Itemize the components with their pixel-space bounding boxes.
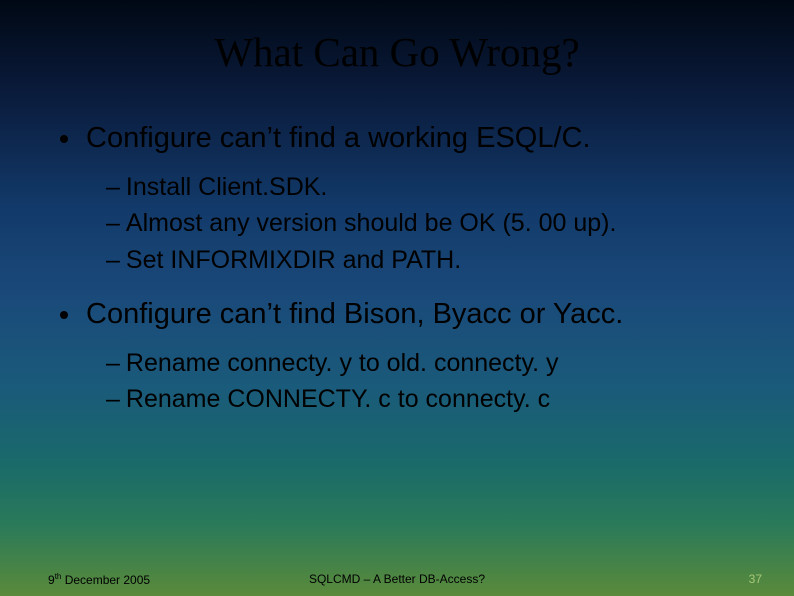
sub-bullet-group: –Install Client.SDK. –Almost any version…: [60, 169, 754, 278]
sub-bullet-text: Rename connecty. y to old. connecty. y: [126, 349, 559, 377]
bullet-dot-icon: [60, 311, 68, 319]
sub-bullet-item: –Install Client.SDK.: [106, 169, 754, 205]
dash-icon: –: [106, 345, 120, 381]
sub-bullet-text: Set INFORMIXDIR and PATH.: [126, 246, 461, 274]
slide: What Can Go Wrong? Configure can’t find …: [0, 0, 794, 596]
sub-bullet-item: –Rename CONNECTY. c to connecty. c: [106, 381, 754, 417]
footer-page-number: 37: [749, 572, 762, 586]
slide-content: Configure can’t find a working ESQL/C. –…: [40, 122, 754, 417]
sub-bullet-group: –Rename connecty. y to old. connecty. y …: [60, 345, 754, 418]
bullet-item: Configure can’t find a working ESQL/C.: [60, 122, 754, 155]
bullet-dot-icon: [60, 135, 68, 143]
sub-bullet-item: –Rename connecty. y to old. connecty. y: [106, 345, 754, 381]
bullet-item: Configure can’t find Bison, Byacc or Yac…: [60, 298, 754, 331]
footer-center-text: SQLCMD – A Better DB-Access?: [0, 572, 794, 586]
sub-bullet-text: Rename CONNECTY. c to connecty. c: [126, 385, 550, 413]
slide-title: What Can Go Wrong?: [40, 28, 754, 76]
dash-icon: –: [106, 381, 120, 417]
sub-bullet-item: –Set INFORMIXDIR and PATH.: [106, 242, 754, 278]
dash-icon: –: [106, 242, 120, 278]
sub-bullet-text: Almost any version should be OK (5. 00 u…: [126, 209, 617, 237]
dash-icon: –: [106, 169, 120, 205]
sub-bullet-item: –Almost any version should be OK (5. 00 …: [106, 205, 754, 241]
bullet-text: Configure can’t find a working ESQL/C.: [86, 122, 591, 155]
dash-icon: –: [106, 205, 120, 241]
bullet-text: Configure can’t find Bison, Byacc or Yac…: [86, 298, 623, 331]
sub-bullet-text: Install Client.SDK.: [126, 173, 327, 201]
